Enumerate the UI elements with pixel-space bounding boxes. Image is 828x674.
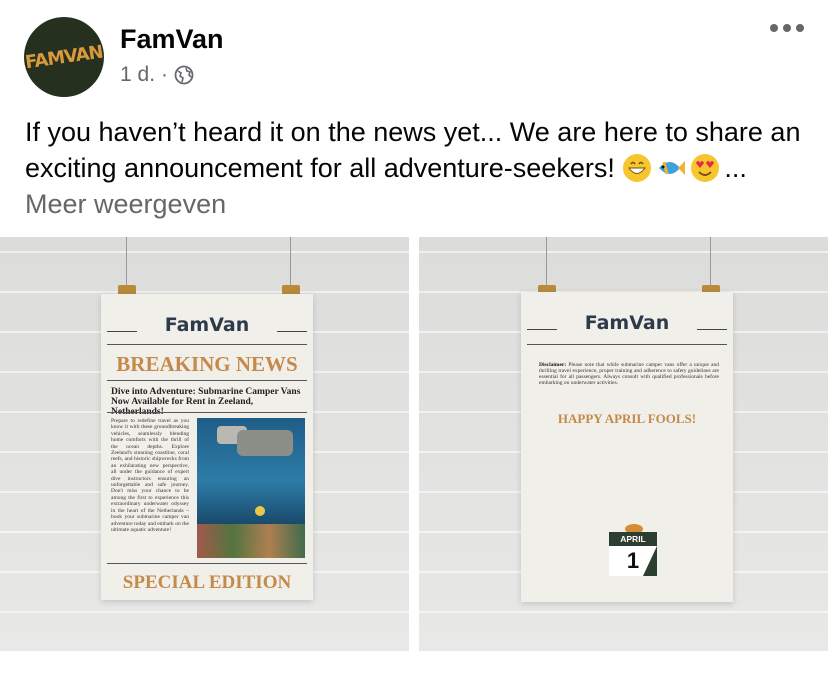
divider (107, 380, 307, 381)
submarine-photo (197, 418, 305, 558)
post-meta: 1 d. · (120, 63, 194, 87)
divider (107, 412, 307, 413)
globe-icon[interactable] (174, 65, 194, 85)
more-options-icon[interactable] (770, 24, 804, 32)
poster-disclaimer: Disclaimer: Please note that while subma… (539, 362, 719, 386)
poster-breaking-news: FamVan BREAKING NEWS Dive into Adventure… (101, 294, 313, 600)
famvan-logo: FAMVAN (24, 41, 104, 73)
poster-footer: SPECIAL EDITION (122, 572, 292, 593)
calendar-icon: APRIL 1 (609, 524, 657, 576)
page-name[interactable]: FamVan (120, 24, 224, 55)
avatar[interactable]: FAMVAN (24, 17, 104, 97)
tropical-fish-emoji (659, 161, 686, 175)
poster-brand: FamVan (584, 312, 670, 334)
poster-brand: FamVan (164, 314, 250, 336)
see-more-link[interactable]: Meer weergeven (25, 189, 226, 219)
post-image-april-fools[interactable]: FamVan Disclaimer: Please note that whil… (419, 237, 828, 651)
post-image-breaking-news[interactable]: FamVan BREAKING NEWS Dive into Adventure… (0, 237, 409, 651)
divider (107, 344, 307, 345)
disclaimer-text: Please note that while submarine camper … (539, 362, 719, 386)
divider (107, 563, 307, 564)
poster-april-fools: FamVan Disclaimer: Please note that whil… (521, 292, 733, 602)
post-time[interactable]: 1 d. (120, 63, 155, 87)
poster-title: BREAKING NEWS (116, 352, 298, 376)
ellipsis: ... (724, 153, 747, 183)
april-fools-message: HAPPY APRIL FOOLS! (557, 411, 697, 426)
grinning-face-emoji (623, 154, 652, 182)
poster-body: Prepare to redefine travel as you know i… (111, 418, 189, 533)
meta-separator: · (161, 63, 169, 86)
heart-eyes-emoji (691, 154, 720, 182)
calendar-month: APRIL (609, 532, 657, 546)
divider (527, 344, 727, 345)
post-text: If you haven’t heard it on the news yet.… (25, 114, 805, 222)
